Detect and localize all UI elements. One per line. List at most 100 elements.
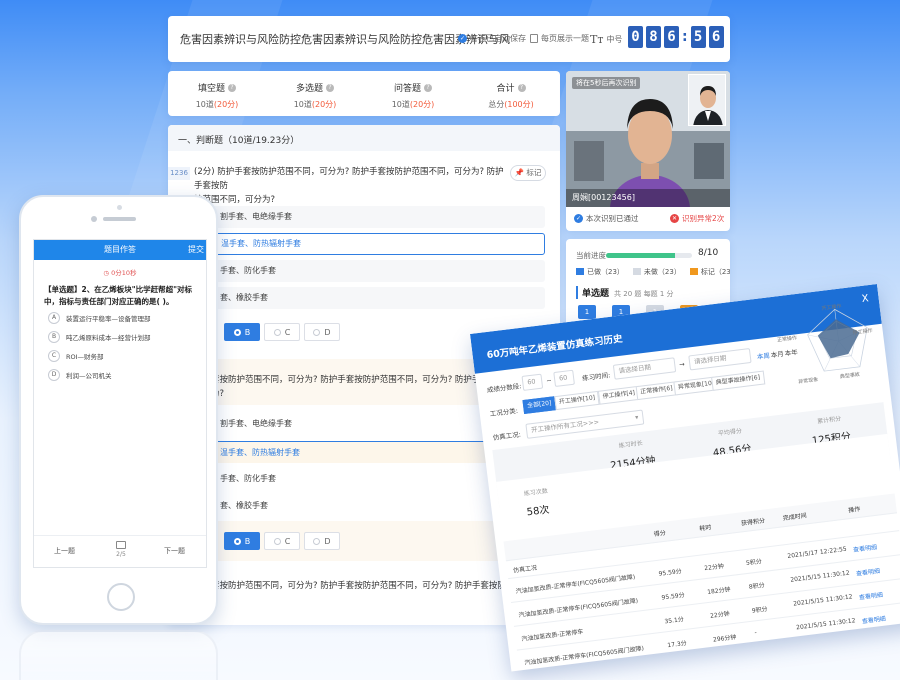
option-d[interactable]: 套、橡胶手套: [200, 287, 545, 309]
phone-camera: [91, 216, 97, 222]
summary-qa: 问答题? 10道(20分): [391, 83, 435, 109]
error-circle-icon: ✕: [670, 214, 679, 223]
option-c[interactable]: 手套、防化手套: [200, 260, 545, 282]
camera-note: 将在5秒后再次识别: [572, 77, 641, 89]
verify-status: ✓ 本次识别已通过: [574, 214, 639, 223]
phone-reflection: [19, 630, 218, 680]
answer-c-radio[interactable]: C: [264, 532, 300, 550]
font-size-toggle[interactable]: Tт 中号: [590, 33, 622, 46]
prev-question-button[interactable]: 上一题: [54, 546, 75, 556]
option-a[interactable]: 割手套、电绝缘手套: [200, 206, 545, 228]
view-details-link[interactable]: 查看明细: [858, 590, 884, 602]
start-date-input[interactable]: 请选择日期: [612, 357, 677, 380]
timer-digit: 5: [690, 26, 706, 48]
time-label: 练习时间:: [581, 371, 611, 383]
window-title: 60万吨年乙烯装置仿真练习历史: [486, 333, 624, 362]
progress-bar-fill: [606, 253, 675, 258]
mark-button[interactable]: 📌 标记: [510, 165, 546, 181]
mobile-option-d[interactable]: D 利润—公司机关: [48, 369, 112, 381]
mobile-submit-button[interactable]: 提交: [188, 240, 204, 260]
section-heading: 一、判断题（10道/19.23分）: [168, 125, 560, 151]
mobile-header: 题目作答: [34, 240, 206, 260]
answer-c-radio[interactable]: C: [264, 323, 300, 341]
answer-d-radio[interactable]: D: [304, 532, 340, 550]
answer-card-button[interactable]: 2/5: [110, 541, 132, 558]
phone-home-button: [107, 583, 135, 611]
category-tag[interactable]: 停工操作[4]: [597, 385, 640, 405]
view-details-link[interactable]: 查看明细: [861, 613, 887, 625]
score-to-input[interactable]: 60: [553, 369, 575, 388]
progress-bar: [606, 253, 692, 258]
practice-history-window: 60万吨年乙烯装置仿真练习历史 X 开工操作 停工操作 典型事故 异常现象 正常…: [470, 284, 900, 672]
category-tag[interactable]: 开工操作[10]: [554, 390, 600, 411]
score-range-label: 成绩分数段:: [486, 382, 522, 395]
per-page-toggle[interactable]: 每页展示一题: [530, 33, 589, 44]
period-week[interactable]: 本周: [756, 350, 770, 362]
end-date-input[interactable]: 请选择日期: [688, 348, 752, 371]
range-dash: ~: [545, 376, 553, 386]
phone-sensor: [117, 205, 122, 210]
summary-total: 合计? 总分(100分): [488, 83, 534, 109]
id-photo: [688, 74, 726, 126]
category-tag[interactable]: 全部[20]: [522, 396, 557, 414]
help-icon[interactable]: ?: [228, 83, 236, 92]
card-icon: [116, 541, 126, 549]
period-year[interactable]: 本年: [784, 346, 798, 358]
next-question-button[interactable]: 下一题: [164, 546, 185, 556]
pin-icon: 📌: [514, 168, 524, 177]
timer-separator: :: [682, 29, 688, 45]
help-icon[interactable]: ?: [424, 83, 432, 92]
question-number: 1236: [168, 167, 190, 180]
phone-speaker: [103, 217, 136, 221]
question-text: 护手套按防护范围不同，可分为? 防护手套按防护范围不同，可分为? 防护手套按防: [194, 581, 506, 591]
progress-label: 当前进度: [576, 251, 606, 260]
mobile-option-a[interactable]: A 装置运行平稳率—设备管理部: [48, 312, 151, 324]
category-tag[interactable]: 正常操作[6]: [635, 381, 678, 401]
user-name: 周娴[00123456]: [566, 189, 730, 207]
chevron-down-icon: ▾: [634, 413, 639, 422]
category-label: 工况分类:: [489, 406, 519, 419]
camera-feed: 将在5秒后再次识别 周娴[00123456]: [566, 71, 730, 207]
document-icon: [530, 34, 538, 43]
mobile-timer: ◷ 0分10秒: [103, 269, 137, 277]
timer-digit: 0: [628, 26, 643, 48]
countdown-timer: 0 8 6 : 5 6: [628, 26, 724, 48]
answer-row: B C D: [224, 323, 340, 341]
timer-digit: 6: [664, 26, 679, 48]
font-size-icon: Tт: [590, 33, 604, 46]
phone-screen: 题目作答 提交 ◷ 0分10秒 【单选题】2、在乙烯板块"比学赶帮超"对标中，指…: [33, 239, 207, 568]
category-tag[interactable]: 典型事故操作[6]: [711, 370, 765, 391]
answer-card-cell[interactable]: 1: [578, 305, 596, 319]
radar-label: 正常操作: [776, 335, 798, 344]
option-b[interactable]: 温手套、防热辐射手套: [200, 233, 545, 255]
legend-todo: 未做（23）: [632, 267, 681, 277]
view-details-link[interactable]: 查看明细: [853, 542, 878, 554]
mobile-footer: 上一题 2/5 下一题: [34, 535, 206, 567]
autosave-status: ✓ 答卷已自动保存: [458, 34, 526, 43]
face-recognition-panel: 将在5秒后再次识别 周娴[00123456] ✓ 本次识别已通过 ✕ 识别异常2…: [566, 71, 730, 231]
timer-digit: 8: [646, 26, 661, 48]
summary-multi-choice: 多选题? 10道(20分): [293, 83, 337, 109]
answer-card-section: 单选题共 20 题 每题 1 分: [576, 286, 674, 299]
answer-b-radio[interactable]: B: [224, 532, 260, 550]
mobile-option-c[interactable]: C ROI—财务部: [48, 350, 104, 362]
mobile-option-b[interactable]: B 吨乙烯原料成本—经营计划部: [48, 331, 151, 343]
phone-mockup: 题目作答 提交 ◷ 0分10秒 【单选题】2、在乙烯板块"比学赶帮超"对标中，指…: [19, 195, 218, 625]
score-from-input[interactable]: 60: [521, 373, 544, 391]
summary-fill-blank: 填空题? 10道(20分): [195, 83, 239, 109]
sim-label: 仿真工况:: [492, 430, 522, 442]
check-circle-icon: ✓: [458, 34, 467, 43]
date-arrow: →: [678, 360, 686, 369]
help-icon[interactable]: ?: [517, 83, 526, 92]
check-circle-icon: ✓: [574, 214, 583, 223]
score-summary: 填空题? 10道(20分) 多选题? 10道(20分) 问答题? 10道(20分…: [168, 71, 560, 116]
timer-digit: 6: [708, 26, 724, 48]
answer-d-radio[interactable]: D: [304, 323, 340, 341]
answer-b-radio[interactable]: B: [224, 323, 260, 341]
view-details-link[interactable]: 查看明细: [855, 566, 881, 578]
question-text: (2分) 防护手套按防护范围不同，可分为? 防护手套按防护范围不同，可分为? 防…: [194, 167, 504, 205]
period-month[interactable]: 本月: [770, 348, 784, 360]
legend-marked: 标记（23）: [689, 267, 730, 277]
help-icon[interactable]: ?: [326, 83, 334, 92]
progress-legend: 已做（23） 未做（23） 标记（23）: [576, 267, 730, 277]
